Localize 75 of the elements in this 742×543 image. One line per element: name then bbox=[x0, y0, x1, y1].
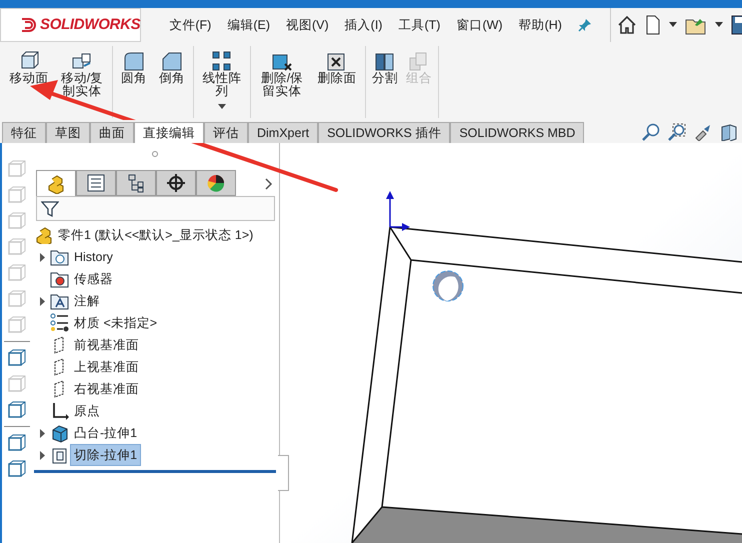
menu-item[interactable]: 文件(F) bbox=[161, 16, 220, 34]
menu-item[interactable]: 窗口(W) bbox=[448, 16, 511, 34]
menu-item[interactable]: 插入(I) bbox=[336, 16, 390, 34]
cube-outline-icon[interactable] bbox=[6, 400, 26, 420]
solid-block-icon bbox=[50, 423, 70, 443]
cube-outline-icon[interactable] bbox=[6, 433, 26, 453]
new-document-icon[interactable] bbox=[644, 15, 661, 35]
tree-item[interactable]: 上视基准面 bbox=[70, 356, 143, 378]
zoom-fit-icon[interactable] bbox=[642, 122, 660, 140]
crosshair-icon bbox=[166, 173, 186, 193]
panel-tab[interactable] bbox=[76, 170, 116, 196]
home-icon[interactable] bbox=[616, 15, 637, 35]
axis-triad-icon bbox=[386, 191, 410, 231]
ribbon-button[interactable]: 线性阵列 bbox=[196, 46, 248, 118]
tab[interactable]: 评估 bbox=[204, 122, 248, 143]
tree-item[interactable]: 凸台-拉伸1 bbox=[70, 422, 142, 444]
panel-tab[interactable] bbox=[156, 170, 196, 196]
list-icon bbox=[86, 173, 106, 193]
save-icon[interactable] bbox=[730, 15, 742, 35]
ribbon-button[interactable]: 删除/保留实体 bbox=[253, 46, 311, 118]
menu-item[interactable]: 编辑(E) bbox=[219, 16, 278, 34]
ribbon-button[interactable]: 分割 bbox=[368, 46, 402, 118]
pin-icon[interactable] bbox=[578, 18, 592, 32]
tree-item[interactable]: 切除-拉伸1 bbox=[70, 444, 142, 466]
material-list-icon bbox=[50, 313, 70, 333]
cube-outline-icon[interactable] bbox=[6, 348, 26, 368]
filter-icon[interactable] bbox=[41, 200, 59, 218]
expand-arrow-icon[interactable] bbox=[40, 450, 46, 460]
tab[interactable]: SOLIDWORKS 插件 bbox=[318, 122, 450, 143]
caret-icon[interactable] bbox=[668, 22, 677, 28]
menu-item[interactable]: 帮助(H) bbox=[510, 16, 570, 34]
tab[interactable]: 直接编辑 bbox=[134, 122, 204, 143]
expand-arrow-icon[interactable] bbox=[40, 428, 46, 438]
ribbon-button[interactable]: 移动面 bbox=[4, 46, 54, 118]
tree-item[interactable]: 原点 bbox=[70, 400, 104, 422]
tree-item[interactable]: 材质 <未指定> bbox=[70, 312, 162, 334]
blocks-icon bbox=[46, 174, 66, 194]
ribbon-button[interactable]: 删除面 bbox=[311, 46, 363, 118]
tab[interactable]: 特征 bbox=[2, 122, 46, 143]
tree-root-label[interactable]: 零件1 (默认<<默认>_显示状态 1>) bbox=[54, 224, 258, 246]
logo-mark-icon bbox=[19, 16, 37, 34]
tree-item[interactable]: 注解 bbox=[70, 290, 104, 312]
zoom-area-icon[interactable] bbox=[668, 122, 686, 140]
tab[interactable]: SOLIDWORKS MBD bbox=[450, 122, 584, 143]
filter-field[interactable] bbox=[36, 196, 275, 221]
panel-tab[interactable] bbox=[36, 170, 76, 196]
blocks-icon bbox=[34, 226, 54, 244]
rounded-block-icon bbox=[122, 50, 146, 72]
expand-arrow-icon[interactable] bbox=[40, 252, 46, 262]
menu-item[interactable]: 视图(V) bbox=[278, 16, 337, 34]
beveled-block-icon bbox=[160, 50, 184, 72]
tab[interactable]: 草图 bbox=[46, 122, 90, 143]
tab[interactable]: DimXpert bbox=[248, 122, 318, 143]
panel-tab[interactable] bbox=[116, 170, 156, 196]
axes-icon bbox=[50, 401, 70, 421]
panel-grip-icon bbox=[152, 151, 158, 157]
panel-tab[interactable] bbox=[196, 170, 236, 196]
tree-item[interactable]: 传感器 bbox=[70, 268, 117, 290]
ribbon-button[interactable]: 圆角 bbox=[115, 46, 153, 118]
cube-outline-icon[interactable] bbox=[6, 459, 26, 479]
tab[interactable]: 曲面 bbox=[90, 122, 134, 143]
tree-item[interactable]: 右视基准面 bbox=[70, 378, 143, 400]
chevron-right-icon[interactable] bbox=[265, 178, 273, 190]
logo-text: SOLIDWORKS bbox=[40, 14, 140, 35]
tree-item[interactable]: History bbox=[70, 246, 117, 268]
ribbon-button[interactable]: 移动/复制实体 bbox=[54, 46, 110, 118]
tree-diagram-icon bbox=[126, 173, 146, 193]
color-ball-icon bbox=[206, 173, 226, 193]
tree-item[interactable]: 前视基准面 bbox=[70, 334, 143, 356]
ribbon-button[interactable]: 倒角 bbox=[153, 46, 191, 118]
expand-arrow-icon[interactable] bbox=[40, 296, 46, 306]
caret-icon[interactable] bbox=[714, 22, 723, 28]
section-view-icon[interactable] bbox=[720, 122, 738, 140]
panel-resize-handle[interactable] bbox=[278, 455, 289, 491]
menu-item[interactable]: 工具(T) bbox=[390, 16, 448, 34]
